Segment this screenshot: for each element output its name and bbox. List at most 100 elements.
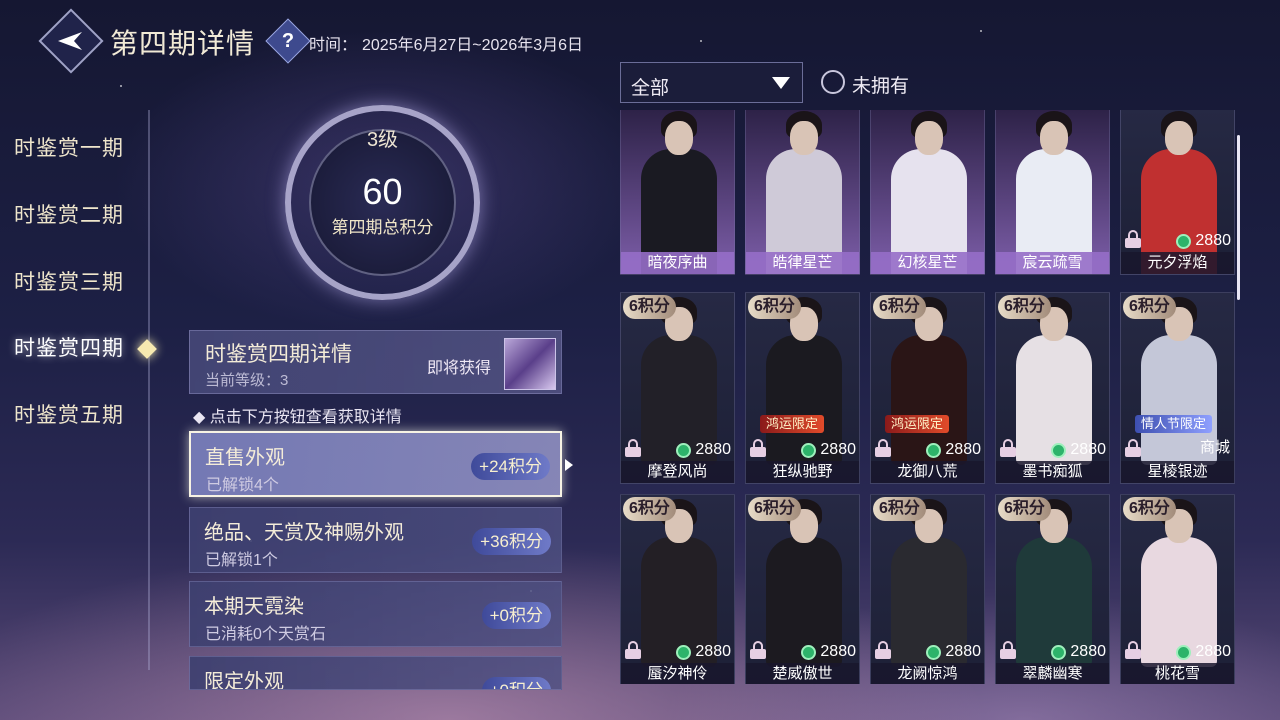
outfit-name: 狂纵驰野 xyxy=(746,461,859,483)
filter-dropdown[interactable]: 全部 xyxy=(620,62,803,103)
price-value: 2880 xyxy=(1195,643,1231,660)
outfit-card[interactable]: 幻核星芒 xyxy=(870,110,985,275)
page-title: 第四期详情 xyxy=(110,27,256,60)
outfit-card[interactable]: 2880 元夕浮焰 xyxy=(1120,110,1235,275)
nav-item-period-2[interactable]: 时鉴赏二期 xyxy=(14,199,124,229)
category-points: +36积分 xyxy=(472,528,551,555)
category-direct-sale[interactable]: 直售外观 已解锁4个 +24积分 xyxy=(189,431,562,497)
outfit-figure-head xyxy=(915,121,943,155)
price-value: 2880 xyxy=(1070,441,1106,458)
lock-icon xyxy=(625,641,641,659)
price-value: 2880 xyxy=(1195,232,1231,249)
outfit-name: 元夕浮焰 xyxy=(1121,252,1234,274)
outfit-name: 皓律星芒 xyxy=(746,252,859,274)
back-button[interactable] xyxy=(38,8,104,74)
outfit-card[interactable]: 皓律星芒 xyxy=(745,110,860,275)
outfit-name: 桃花雪 xyxy=(1121,663,1234,684)
outfit-card[interactable]: 6积分 2880 翠麟幽寒 xyxy=(995,494,1110,684)
nav-item-period-1[interactable]: 时鉴赏一期 xyxy=(14,132,124,162)
outfit-figure-head xyxy=(1040,121,1068,155)
detail-title: 时鉴赏四期详情 xyxy=(205,342,352,366)
nav-item-period-3[interactable]: 时鉴赏三期 xyxy=(14,266,124,296)
outfit-card[interactable]: 宸云疏雪 xyxy=(995,110,1110,275)
points-badge: 6积分 xyxy=(748,295,801,319)
outfit-name: 翠麟幽寒 xyxy=(996,663,1109,684)
category-dye[interactable]: 本期天霓染 已消耗0个天赏石 +0积分 xyxy=(189,581,562,647)
period-detail-card[interactable]: 时鉴赏四期详情 当前等级：3 即将获得 xyxy=(189,330,562,394)
hint-text: ◆ 点击下方按钮查看获取详情 xyxy=(193,409,402,426)
points-badge: 6积分 xyxy=(873,497,926,521)
help-button[interactable]: ? xyxy=(265,18,311,64)
limited-tag: 鸿运限定 xyxy=(760,415,825,433)
current-level: 当前等级：3 xyxy=(205,372,289,389)
category-sub: 已解锁4个 xyxy=(206,477,279,494)
time-value: 2025年6月27日~2026年3月6日 xyxy=(362,37,584,54)
outfit-card[interactable]: 6积分 鸿运限定 2880 龙御八荒 xyxy=(870,292,985,484)
jade-coin-icon xyxy=(676,442,692,458)
jade-coin-icon xyxy=(1176,644,1192,660)
price: 2880 xyxy=(676,441,731,459)
price: 2880 xyxy=(1176,643,1231,661)
outfit-name: 墨书痴狐 xyxy=(996,461,1109,483)
active-marker-icon xyxy=(137,339,157,359)
outfit-card[interactable]: 6积分 2880 楚威傲世 xyxy=(745,494,860,684)
limited-tag: 情人节限定 xyxy=(1135,415,1213,433)
shop-label: 商城 xyxy=(1199,439,1230,456)
category-premium[interactable]: 绝品、天赏及神赐外观 已解锁1个 +36积分 xyxy=(189,507,562,573)
jade-coin-icon xyxy=(801,442,817,458)
reward-item-thumbnail[interactable] xyxy=(504,338,556,390)
category-limited[interactable]: 限定外观 +0积分 xyxy=(189,656,562,690)
nav-item-period-5[interactable]: 时鉴赏五期 xyxy=(14,399,124,429)
category-points: +24积分 xyxy=(471,453,550,480)
points-badge: 6积分 xyxy=(1123,295,1176,319)
price-value: 2880 xyxy=(945,643,981,660)
category-points: +0积分 xyxy=(481,677,551,689)
not-owned-radio[interactable] xyxy=(821,70,845,94)
soon-label: 即将获得 xyxy=(427,360,492,377)
outfit-name: 宸云疏雪 xyxy=(996,252,1109,274)
outfit-card[interactable]: 6积分鸿运限定 2880 狂纵驰野 xyxy=(745,292,860,484)
grid-scrollbar[interactable] xyxy=(1237,135,1240,300)
lock-icon xyxy=(1000,641,1016,659)
jade-coin-icon xyxy=(676,644,692,660)
outfit-name: 龙御八荒 xyxy=(871,461,984,483)
outfit-name: 蜃汐神伶 xyxy=(621,663,734,684)
price: 2880 xyxy=(926,643,981,661)
lock-icon xyxy=(750,641,766,659)
price-value: 2880 xyxy=(695,441,731,458)
lock-icon xyxy=(1125,641,1141,659)
price-value: 2880 xyxy=(820,643,856,660)
price-value: 2880 xyxy=(1070,643,1106,660)
outfit-figure-head xyxy=(665,121,693,155)
outfit-name: 幻核星芒 xyxy=(871,252,984,274)
outfit-card[interactable]: 6积分 2880 蜃汐神伶 xyxy=(620,494,735,684)
price-value: 2880 xyxy=(695,643,731,660)
not-owned-label[interactable]: 未拥有 xyxy=(852,71,909,98)
category-sub: 已消耗0个天赏石 xyxy=(205,626,326,643)
outfit-card[interactable]: 6积分 2880 摩登风尚 xyxy=(620,292,735,484)
category-title: 直售外观 xyxy=(205,445,285,469)
outfit-card[interactable]: 6积分情人节限定商城星棱银迹 xyxy=(1120,292,1235,484)
price: 2880 xyxy=(1176,232,1231,250)
category-title: 限定外观 xyxy=(204,669,284,690)
jade-coin-icon xyxy=(801,644,817,660)
outfit-card[interactable]: 6积分 2880 龙阙惊鸿 xyxy=(870,494,985,684)
total-points-label: 第四期总积分 xyxy=(331,218,434,238)
price: 2880 xyxy=(1051,643,1106,661)
nav-item-period-4[interactable]: 时鉴赏四期 xyxy=(14,332,124,362)
price-value: 2880 xyxy=(820,441,856,458)
jade-coin-icon xyxy=(926,442,942,458)
lock-icon xyxy=(875,439,891,457)
period-nav: 时鉴赏一期 时鉴赏二期 时鉴赏三期 时鉴赏四期 时鉴赏五期 xyxy=(0,110,157,670)
category-title: 本期天霓染 xyxy=(204,594,304,618)
outfit-name: 星棱银迹 xyxy=(1121,461,1234,483)
outfit-card[interactable]: 6积分 2880 墨书痴狐 xyxy=(995,292,1110,484)
points-badge: 6积分 xyxy=(748,497,801,521)
limited-tag: 鸿运限定 xyxy=(885,415,950,433)
outfit-card[interactable]: 6积分 2880 桃花雪 xyxy=(1120,494,1235,684)
outfit-card[interactable]: 暗夜序曲 xyxy=(620,110,735,275)
jade-coin-icon xyxy=(1051,644,1067,660)
time-label: 时间： xyxy=(309,37,358,54)
outfit-name: 楚威傲世 xyxy=(746,663,859,684)
price: 2880 xyxy=(926,441,981,459)
